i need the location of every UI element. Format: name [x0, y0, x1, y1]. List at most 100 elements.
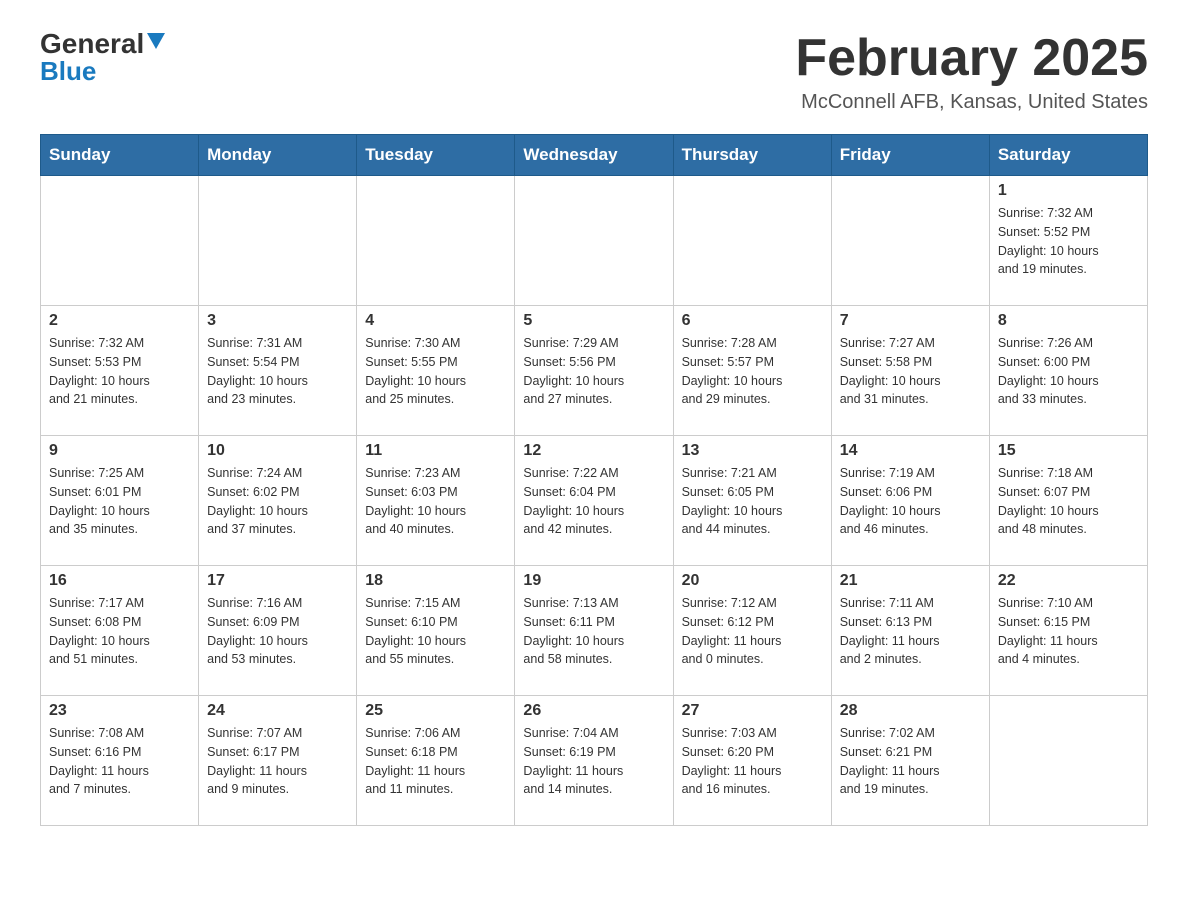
- day-number: 10: [207, 442, 348, 460]
- calendar-cell: 3 Sunrise: 7:31 AMSunset: 5:54 PMDaylight…: [199, 306, 357, 436]
- calendar-cell: 9 Sunrise: 7:25 AMSunset: 6:01 PMDaylight…: [41, 436, 199, 566]
- day-number: 7: [840, 312, 981, 330]
- calendar-cell: 4 Sunrise: 7:30 AMSunset: 5:55 PMDaylight…: [357, 306, 515, 436]
- day-number: 21: [840, 572, 981, 590]
- day-info: Sunrise: 7:28 AMSunset: 5:57 PMDaylight:…: [682, 334, 823, 409]
- day-info: Sunrise: 7:02 AMSunset: 6:21 PMDaylight:…: [840, 724, 981, 799]
- weekday-header-tuesday: Tuesday: [357, 135, 515, 176]
- calendar-cell: 24 Sunrise: 7:07 AMSunset: 6:17 PMDayligh…: [199, 696, 357, 826]
- day-info: Sunrise: 7:15 AMSunset: 6:10 PMDaylight:…: [365, 594, 506, 669]
- week-row-2: 2 Sunrise: 7:32 AMSunset: 5:53 PMDaylight…: [41, 306, 1148, 436]
- day-info: Sunrise: 7:30 AMSunset: 5:55 PMDaylight:…: [365, 334, 506, 409]
- day-number: 25: [365, 702, 506, 720]
- calendar-cell: [831, 176, 989, 306]
- calendar-cell: 18 Sunrise: 7:15 AMSunset: 6:10 PMDayligh…: [357, 566, 515, 696]
- day-info: Sunrise: 7:03 AMSunset: 6:20 PMDaylight:…: [682, 724, 823, 799]
- day-info: Sunrise: 7:12 AMSunset: 6:12 PMDaylight:…: [682, 594, 823, 669]
- calendar-cell: [357, 176, 515, 306]
- day-number: 9: [49, 442, 190, 460]
- day-info: Sunrise: 7:32 AMSunset: 5:52 PMDaylight:…: [998, 204, 1139, 279]
- day-info: Sunrise: 7:19 AMSunset: 6:06 PMDaylight:…: [840, 464, 981, 539]
- calendar-cell: [515, 176, 673, 306]
- day-info: Sunrise: 7:27 AMSunset: 5:58 PMDaylight:…: [840, 334, 981, 409]
- day-number: 15: [998, 442, 1139, 460]
- day-number: 13: [682, 442, 823, 460]
- day-number: 18: [365, 572, 506, 590]
- calendar-cell: 28Sunrise: 7:02 AMSunset: 6:21 PMDayligh…: [831, 696, 989, 826]
- day-number: 23: [49, 702, 190, 720]
- weekday-header-monday: Monday: [199, 135, 357, 176]
- day-info: Sunrise: 7:06 AMSunset: 6:18 PMDaylight:…: [365, 724, 506, 799]
- weekday-header-row: SundayMondayTuesdayWednesdayThursdayFrid…: [41, 135, 1148, 176]
- calendar-cell: 25 Sunrise: 7:06 AMSunset: 6:18 PMDayligh…: [357, 696, 515, 826]
- day-number: 2: [49, 312, 190, 330]
- calendar-cell: 21 Sunrise: 7:11 AMSunset: 6:13 PMDayligh…: [831, 566, 989, 696]
- calendar-cell: 26Sunrise: 7:04 AMSunset: 6:19 PMDayligh…: [515, 696, 673, 826]
- day-info: Sunrise: 7:08 AMSunset: 6:16 PMDaylight:…: [49, 724, 190, 799]
- week-row-5: 23 Sunrise: 7:08 AMSunset: 6:16 PMDayligh…: [41, 696, 1148, 826]
- calendar-cell: 1 Sunrise: 7:32 AMSunset: 5:52 PMDaylight…: [989, 176, 1147, 306]
- title-block: February 2025 McConnell AFB, Kansas, Uni…: [795, 30, 1148, 114]
- calendar-cell: 15 Sunrise: 7:18 AMSunset: 6:07 PMDayligh…: [989, 436, 1147, 566]
- calendar-cell: [199, 176, 357, 306]
- week-row-4: 16 Sunrise: 7:17 AMSunset: 6:08 PMDayligh…: [41, 566, 1148, 696]
- weekday-header-thursday: Thursday: [673, 135, 831, 176]
- day-number: 17: [207, 572, 348, 590]
- day-info: Sunrise: 7:24 AMSunset: 6:02 PMDaylight:…: [207, 464, 348, 539]
- calendar-cell: 19Sunrise: 7:13 AMSunset: 6:11 PMDayligh…: [515, 566, 673, 696]
- logo-general: General: [40, 30, 144, 58]
- day-info: Sunrise: 7:32 AMSunset: 5:53 PMDaylight:…: [49, 334, 190, 409]
- calendar-cell: [673, 176, 831, 306]
- day-number: 24: [207, 702, 348, 720]
- day-number: 3: [207, 312, 348, 330]
- day-number: 27: [682, 702, 823, 720]
- day-info: Sunrise: 7:23 AMSunset: 6:03 PMDaylight:…: [365, 464, 506, 539]
- calendar-cell: 20 Sunrise: 7:12 AMSunset: 6:12 PMDayligh…: [673, 566, 831, 696]
- weekday-header-sunday: Sunday: [41, 135, 199, 176]
- day-number: 6: [682, 312, 823, 330]
- day-info: Sunrise: 7:11 AMSunset: 6:13 PMDaylight:…: [840, 594, 981, 669]
- day-info: Sunrise: 7:18 AMSunset: 6:07 PMDaylight:…: [998, 464, 1139, 539]
- calendar-cell: [989, 696, 1147, 826]
- calendar-cell: 17Sunrise: 7:16 AMSunset: 6:09 PMDayligh…: [199, 566, 357, 696]
- calendar-cell: [41, 176, 199, 306]
- day-info: Sunrise: 7:04 AMSunset: 6:19 PMDaylight:…: [523, 724, 664, 799]
- calendar-cell: 10 Sunrise: 7:24 AMSunset: 6:02 PMDayligh…: [199, 436, 357, 566]
- weekday-header-saturday: Saturday: [989, 135, 1147, 176]
- calendar-cell: 5Sunrise: 7:29 AMSunset: 5:56 PMDaylight…: [515, 306, 673, 436]
- day-number: 20: [682, 572, 823, 590]
- calendar-cell: 22 Sunrise: 7:10 AMSunset: 6:15 PMDayligh…: [989, 566, 1147, 696]
- day-info: Sunrise: 7:10 AMSunset: 6:15 PMDaylight:…: [998, 594, 1139, 669]
- week-row-1: 1 Sunrise: 7:32 AMSunset: 5:52 PMDaylight…: [41, 176, 1148, 306]
- day-info: Sunrise: 7:26 AMSunset: 6:00 PMDaylight:…: [998, 334, 1139, 409]
- weekday-header-friday: Friday: [831, 135, 989, 176]
- month-title: February 2025: [795, 30, 1148, 87]
- day-info: Sunrise: 7:13 AMSunset: 6:11 PMDaylight:…: [523, 594, 664, 669]
- calendar-cell: 14 Sunrise: 7:19 AMSunset: 6:06 PMDayligh…: [831, 436, 989, 566]
- day-info: Sunrise: 7:17 AMSunset: 6:08 PMDaylight:…: [49, 594, 190, 669]
- calendar-cell: 2 Sunrise: 7:32 AMSunset: 5:53 PMDaylight…: [41, 306, 199, 436]
- day-number: 4: [365, 312, 506, 330]
- day-number: 11: [365, 442, 506, 460]
- calendar-cell: 27 Sunrise: 7:03 AMSunset: 6:20 PMDayligh…: [673, 696, 831, 826]
- day-info: Sunrise: 7:22 AMSunset: 6:04 PMDaylight:…: [523, 464, 664, 539]
- day-number: 5: [523, 312, 664, 330]
- day-info: Sunrise: 7:07 AMSunset: 6:17 PMDaylight:…: [207, 724, 348, 799]
- calendar-cell: 23 Sunrise: 7:08 AMSunset: 6:16 PMDayligh…: [41, 696, 199, 826]
- day-info: Sunrise: 7:25 AMSunset: 6:01 PMDaylight:…: [49, 464, 190, 539]
- calendar-cell: 11 Sunrise: 7:23 AMSunset: 6:03 PMDayligh…: [357, 436, 515, 566]
- calendar-cell: 16 Sunrise: 7:17 AMSunset: 6:08 PMDayligh…: [41, 566, 199, 696]
- calendar-cell: 6 Sunrise: 7:28 AMSunset: 5:57 PMDaylight…: [673, 306, 831, 436]
- day-info: Sunrise: 7:31 AMSunset: 5:54 PMDaylight:…: [207, 334, 348, 409]
- page-header: General Blue February 2025 McConnell AFB…: [40, 30, 1148, 114]
- logo: General Blue: [40, 30, 165, 85]
- day-info: Sunrise: 7:21 AMSunset: 6:05 PMDaylight:…: [682, 464, 823, 539]
- day-number: 14: [840, 442, 981, 460]
- day-number: 1: [998, 182, 1139, 200]
- day-number: 22: [998, 572, 1139, 590]
- logo-blue: Blue: [40, 56, 96, 86]
- day-number: 16: [49, 572, 190, 590]
- calendar-cell: 7 Sunrise: 7:27 AMSunset: 5:58 PMDaylight…: [831, 306, 989, 436]
- day-number: 12: [523, 442, 664, 460]
- calendar-cell: 13 Sunrise: 7:21 AMSunset: 6:05 PMDayligh…: [673, 436, 831, 566]
